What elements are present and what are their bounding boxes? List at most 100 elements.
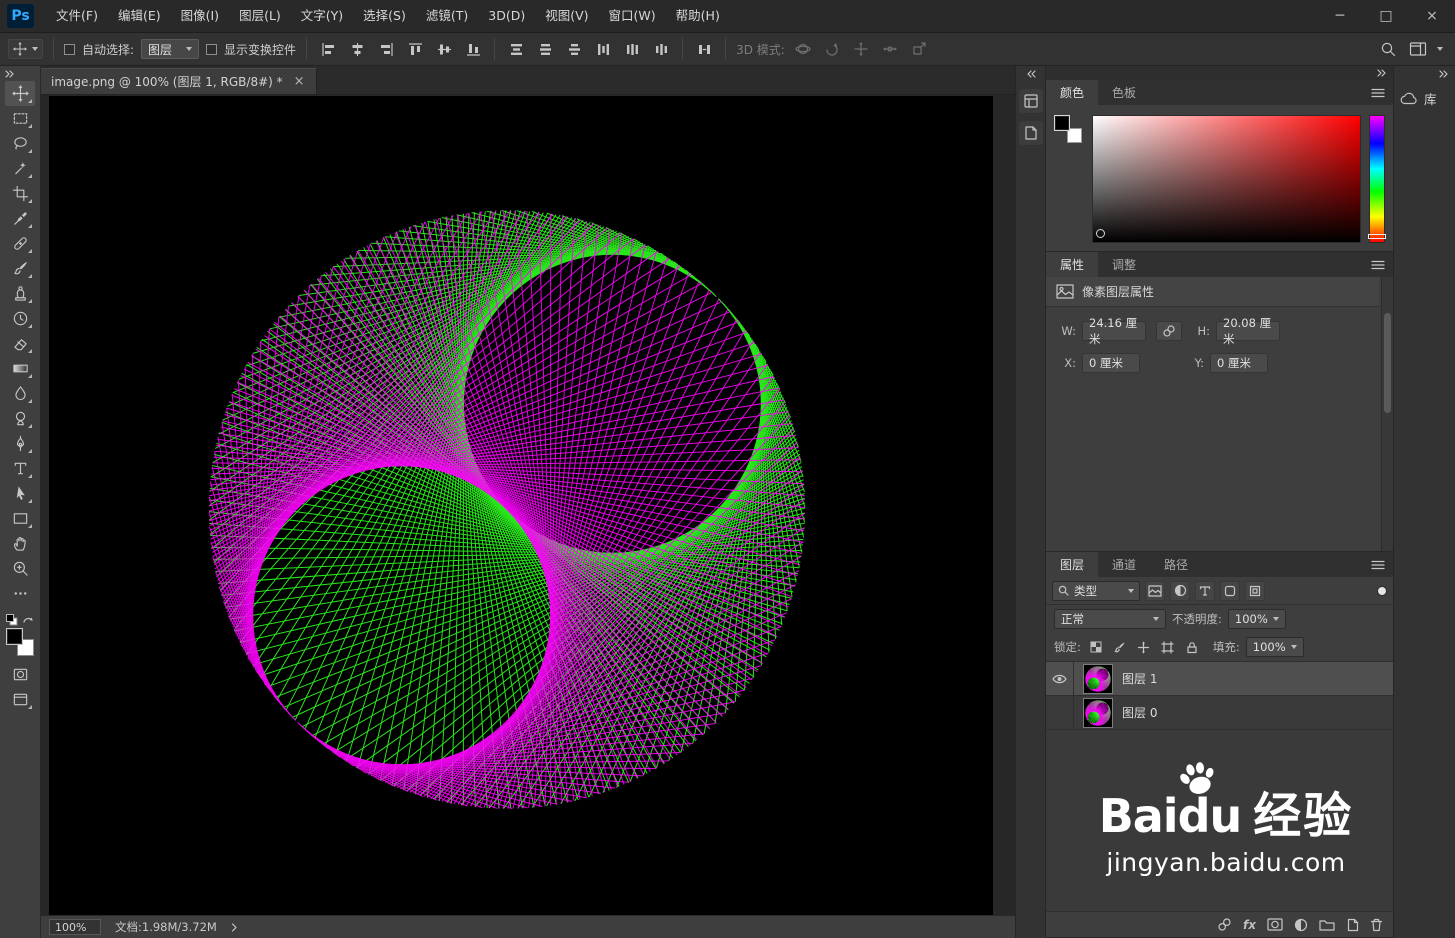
rectangular-marquee-tool[interactable]	[5, 106, 35, 131]
layer-name[interactable]: 图层 0	[1122, 704, 1157, 721]
height-field[interactable]: 20.08 厘米	[1216, 316, 1280, 346]
expand-panels-icon[interactable]	[1016, 66, 1045, 81]
screen-mode-button[interactable]	[5, 687, 35, 712]
quick-mask-button[interactable]	[5, 662, 35, 687]
menu-3d[interactable]: 3D(D)	[478, 0, 535, 32]
document-canvas[interactable]	[49, 96, 993, 915]
color-picker-cursor[interactable]	[1096, 229, 1105, 238]
layer-visibility-toggle[interactable]	[1046, 696, 1074, 729]
blur-tool[interactable]	[5, 381, 35, 406]
menu-file[interactable]: 文件(F)	[46, 0, 108, 32]
align-right-edges-icon[interactable]	[375, 38, 397, 60]
more-tools-icon[interactable]	[5, 581, 35, 606]
spot-healing-brush-tool[interactable]	[5, 231, 35, 256]
tab-close-icon[interactable]: ×	[293, 74, 306, 89]
y-field[interactable]: 0 厘米	[1210, 353, 1268, 373]
gradient-tool[interactable]	[5, 356, 35, 381]
workspace-switcher-icon[interactable]	[1407, 38, 1429, 60]
menu-help[interactable]: 帮助(H)	[666, 0, 730, 32]
menu-layer[interactable]: 图层(L)	[229, 0, 291, 32]
tab-adjustments[interactable]: 调整	[1098, 252, 1150, 277]
distribute-right-edges-icon[interactable]	[650, 38, 672, 60]
canvas-workspace[interactable]	[41, 95, 1015, 915]
pen-tool[interactable]	[5, 431, 35, 456]
auto-select-checkbox[interactable]	[64, 43, 75, 55]
distribute-spacing-icon[interactable]	[693, 38, 715, 60]
toolbar-collapse-icon[interactable]	[0, 66, 40, 81]
saturation-brightness-picker[interactable]	[1092, 115, 1361, 243]
zoom-level-field[interactable]: 100%	[49, 919, 101, 935]
show-transform-checkbox[interactable]	[206, 43, 218, 55]
properties-scrollbar[interactable]	[1381, 277, 1393, 551]
layer-filter-type-dropdown[interactable]: 类型	[1052, 580, 1140, 601]
3d-roll-icon[interactable]	[821, 38, 843, 60]
hue-slider[interactable]	[1368, 115, 1386, 243]
distribute-vertical-centers-icon[interactable]	[534, 38, 556, 60]
quick-selection-tool[interactable]	[5, 156, 35, 181]
layer-thumbnail[interactable]	[1083, 663, 1113, 694]
scrollbar-thumb[interactable]	[1384, 313, 1391, 413]
collapsed-history-panel-icon[interactable]	[1018, 89, 1043, 113]
rectangle-tool[interactable]	[5, 506, 35, 531]
zoom-tool[interactable]	[5, 556, 35, 581]
collapse-panels-icon[interactable]	[1377, 69, 1387, 77]
align-top-edges-icon[interactable]	[404, 38, 426, 60]
x-field[interactable]: 0 厘米	[1082, 353, 1140, 373]
distribute-top-edges-icon[interactable]	[505, 38, 527, 60]
filter-shape-layers-icon[interactable]	[1220, 580, 1240, 601]
link-layers-icon[interactable]	[1217, 917, 1232, 932]
menu-window[interactable]: 窗口(W)	[599, 0, 666, 32]
lock-artboard-icon[interactable]	[1159, 638, 1177, 656]
eyedropper-tool[interactable]	[5, 206, 35, 231]
tab-properties[interactable]: 属性	[1046, 252, 1099, 277]
document-tab[interactable]: image.png @ 100% (图层 1, RGB/8#) * ×	[41, 68, 317, 94]
color-panel-swatches[interactable]	[1054, 115, 1084, 145]
3d-scale-icon[interactable]	[908, 38, 930, 60]
new-group-icon[interactable]	[1319, 918, 1335, 931]
width-field[interactable]: 24.16 厘米	[1082, 316, 1146, 346]
clone-stamp-tool[interactable]	[5, 281, 35, 306]
distribute-horizontal-centers-icon[interactable]	[621, 38, 643, 60]
menu-type[interactable]: 文字(Y)	[291, 0, 353, 32]
crop-tool[interactable]	[5, 181, 35, 206]
tab-paths[interactable]: 路径	[1150, 552, 1202, 577]
filter-smart-objects-icon[interactable]	[1245, 580, 1265, 601]
layer-visibility-toggle[interactable]	[1046, 662, 1074, 695]
eraser-tool[interactable]	[5, 331, 35, 356]
type-tool[interactable]	[5, 456, 35, 481]
lock-image-pixels-icon[interactable]	[1111, 638, 1129, 656]
layer-row-2[interactable]: 图层 0	[1046, 696, 1393, 730]
align-bottom-edges-icon[interactable]	[462, 38, 484, 60]
move-tool[interactable]	[5, 81, 35, 106]
dodge-tool[interactable]	[5, 406, 35, 431]
new-layer-icon[interactable]	[1346, 918, 1359, 932]
lasso-tool[interactable]	[5, 131, 35, 156]
menu-edit[interactable]: 编辑(E)	[108, 0, 171, 32]
auto-select-target-dropdown[interactable]: 图层	[141, 39, 200, 59]
fill-field[interactable]: 100%	[1245, 637, 1304, 657]
filter-type-layers-icon[interactable]	[1195, 580, 1215, 601]
status-expand-icon[interactable]	[231, 922, 238, 932]
lock-position-icon[interactable]	[1135, 638, 1153, 656]
menu-image[interactable]: 图像(I)	[171, 0, 229, 32]
opacity-field[interactable]: 100%	[1227, 609, 1286, 629]
filter-adjustment-layers-icon[interactable]	[1170, 580, 1190, 601]
3d-rotate-icon[interactable]	[792, 38, 814, 60]
expand-libraries-icon[interactable]	[1394, 66, 1455, 81]
lock-all-icon[interactable]	[1183, 638, 1201, 656]
color-panel-menu-icon[interactable]	[1363, 80, 1393, 105]
distribute-bottom-edges-icon[interactable]	[563, 38, 585, 60]
align-left-edges-icon[interactable]	[317, 38, 339, 60]
layer-thumbnail[interactable]	[1083, 697, 1113, 728]
3d-slide-icon[interactable]	[879, 38, 901, 60]
tab-layers[interactable]: 图层	[1046, 552, 1099, 577]
distribute-left-edges-icon[interactable]	[592, 38, 614, 60]
tool-preset-button[interactable]	[8, 39, 43, 59]
libraries-panel-button[interactable]: 库	[1394, 81, 1455, 116]
menu-filter[interactable]: 滤镜(T)	[416, 0, 478, 32]
adjustment-layer-icon[interactable]	[1294, 918, 1308, 932]
blend-mode-select[interactable]: 正常	[1054, 609, 1166, 629]
layer-name[interactable]: 图层 1	[1122, 670, 1157, 687]
close-button[interactable]: ×	[1409, 0, 1455, 32]
3d-pan-icon[interactable]	[850, 38, 872, 60]
